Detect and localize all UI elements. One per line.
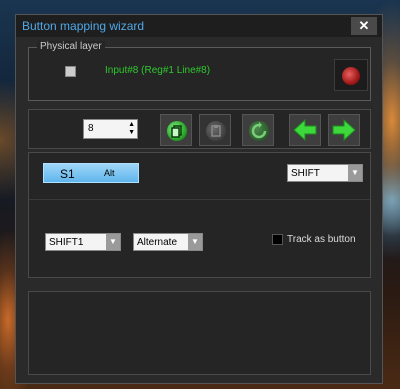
- modifier-dropdown[interactable]: SHIFT ▼: [287, 164, 363, 182]
- close-button[interactable]: ✕: [351, 17, 377, 35]
- refresh-button[interactable]: [242, 114, 274, 146]
- shift-select-value: SHIFT1: [49, 237, 84, 248]
- alt-label: Alt: [104, 168, 115, 178]
- spinbox-value: 8: [88, 123, 94, 134]
- physical-layer-group: Physical layer Input#8 (Reg#1 Line#8): [28, 41, 371, 101]
- modifier-value: SHIFT: [291, 168, 320, 179]
- window-title: Button mapping wizard: [22, 19, 145, 33]
- button-mapping-window: Button mapping wizard ✕ Physical layer I…: [15, 14, 383, 384]
- track-as-button-checkbox[interactable]: [272, 234, 283, 245]
- input-info-label: Input#8 (Reg#1 Line#8): [105, 65, 211, 76]
- mapping-panel: S1 Alt SHIFT ▼ SHIFT1 ▼ Alternate ▼ Trac…: [28, 152, 371, 278]
- next-button[interactable]: [328, 114, 360, 146]
- previous-button[interactable]: [289, 114, 321, 146]
- copy-button[interactable]: [160, 114, 192, 146]
- paste-button[interactable]: [199, 114, 231, 146]
- bottom-panel: [28, 291, 371, 375]
- chevron-down-icon[interactable]: ▼: [188, 234, 202, 250]
- mode-select[interactable]: Alternate ▼: [133, 233, 203, 251]
- physical-layer-title: Physical layer: [37, 41, 105, 52]
- copy-icon: [167, 121, 187, 141]
- paste-icon: [206, 121, 226, 141]
- shift-select[interactable]: SHIFT1 ▼: [45, 233, 121, 251]
- chevron-down-icon[interactable]: ▼: [106, 234, 120, 250]
- s1-label: S1: [60, 167, 75, 181]
- title-bar[interactable]: Button mapping wizard ✕: [16, 15, 382, 37]
- led-indicator-icon: [342, 67, 360, 85]
- chevron-down-icon[interactable]: ▼: [348, 165, 362, 181]
- input-number-spinbox[interactable]: 8 ▲ ▼: [83, 119, 138, 139]
- s1-alt-button[interactable]: S1 Alt: [43, 163, 139, 183]
- mapping-divider: [29, 199, 370, 200]
- physical-layer-checkbox[interactable]: [65, 66, 76, 77]
- toolbar-panel: 8 ▲ ▼: [28, 109, 371, 149]
- arrow-right-icon: [332, 118, 356, 142]
- track-as-button-label: Track as button: [287, 234, 356, 245]
- led-indicator-frame: [334, 59, 368, 91]
- spinbox-arrows-icon[interactable]: ▲ ▼: [128, 121, 135, 137]
- mode-select-value: Alternate: [137, 237, 178, 248]
- refresh-icon: [249, 121, 269, 141]
- arrow-left-icon: [293, 118, 317, 142]
